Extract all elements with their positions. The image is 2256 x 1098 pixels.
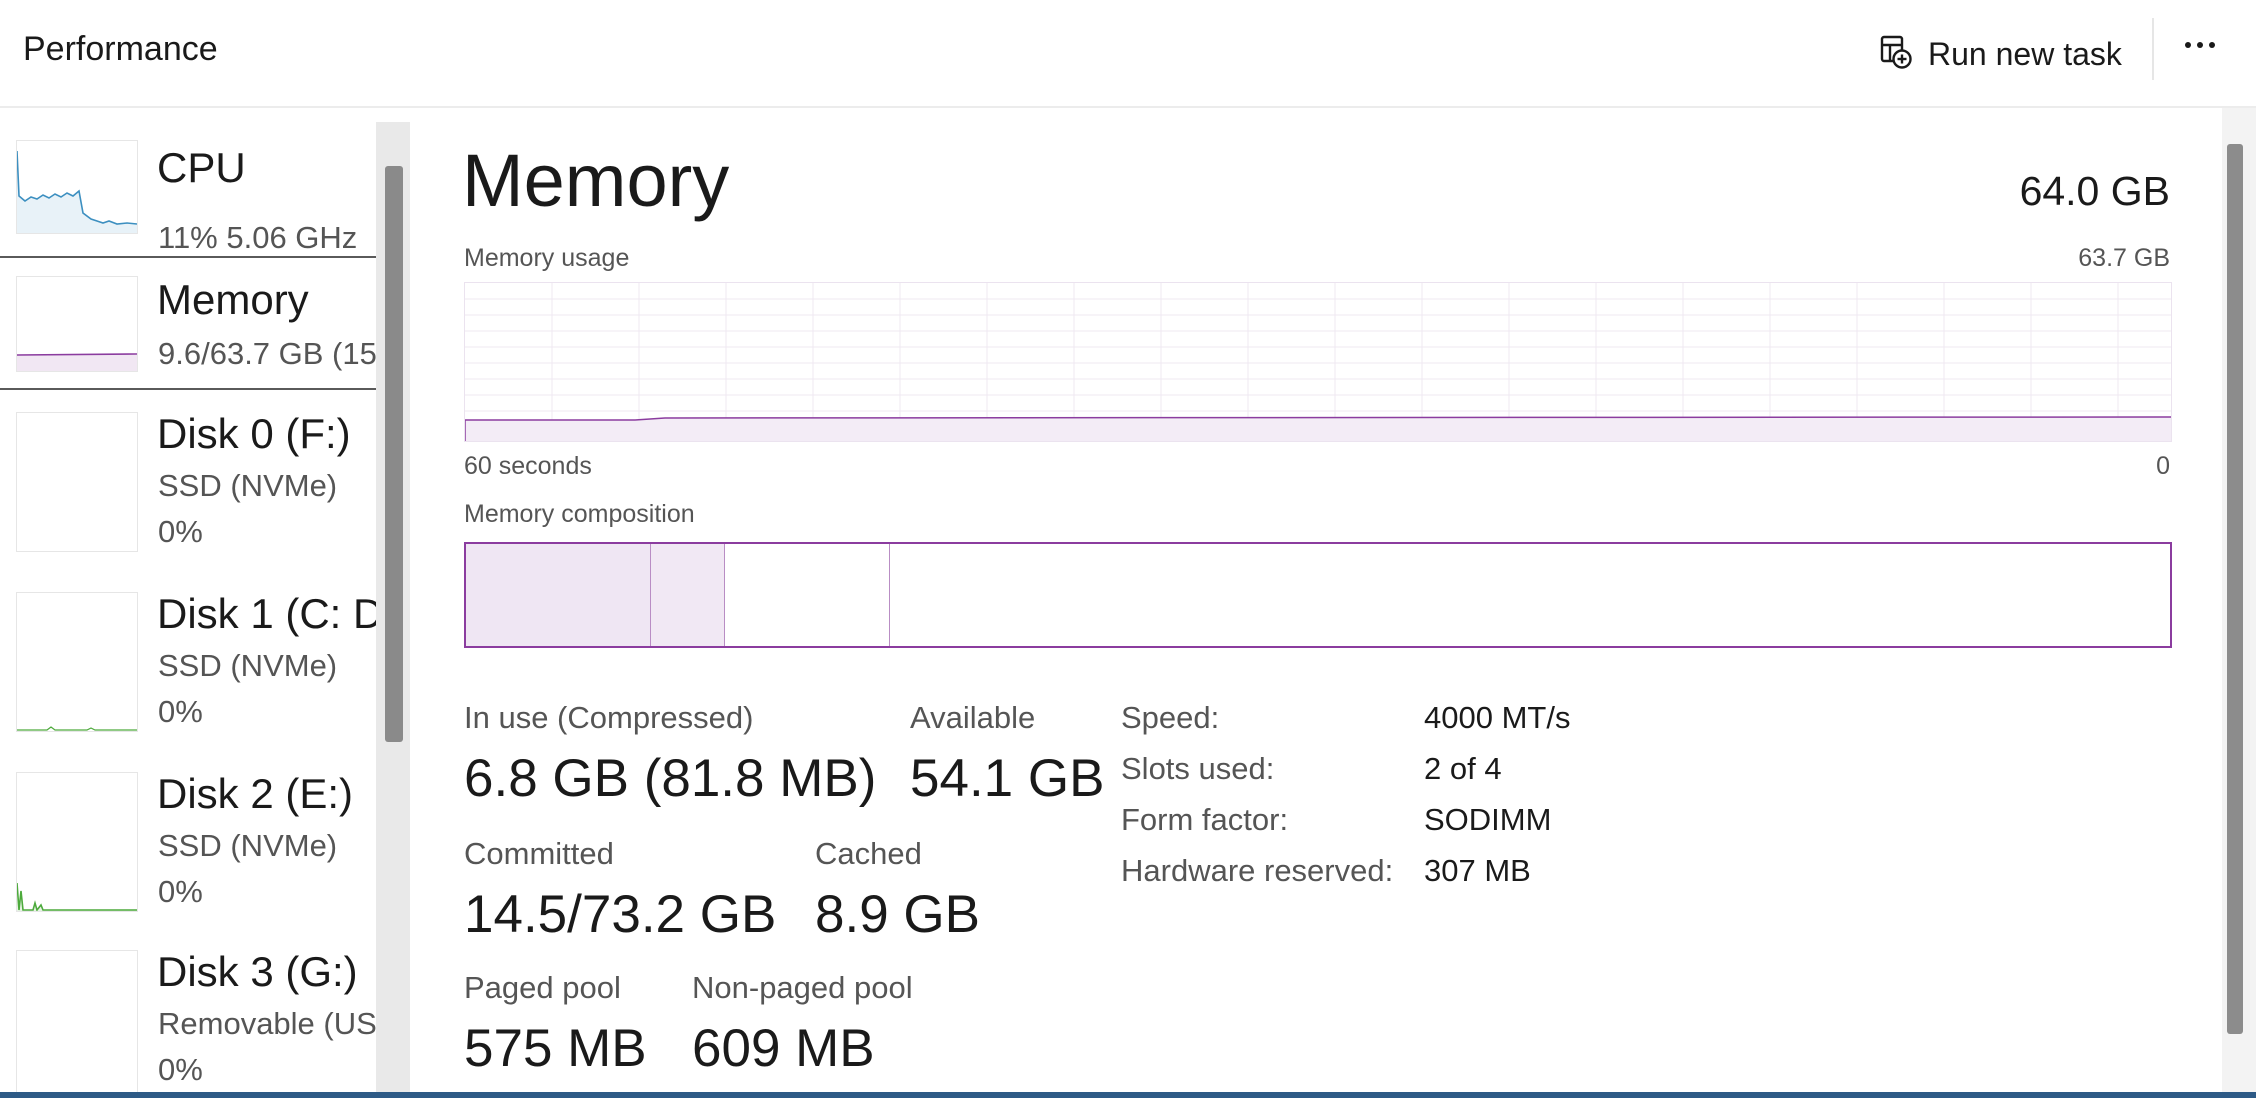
sidebar-item-label: Disk 1 (C: D:) [157,590,376,637]
disk3-thumbnail-graph [16,950,138,1098]
committed-label: Committed [464,836,614,871]
disk0-thumbnail-graph [16,412,138,552]
more-horizontal-icon [2209,42,2215,48]
sidebar-item-label: Disk 2 (E:) [157,770,354,817]
sidebar-item-label: Memory [157,276,309,323]
total-memory: 64.0 GB [2019,168,2170,214]
run-new-task-button[interactable]: Run new task [1880,24,2122,84]
memory-composition-bar [464,542,2172,648]
speed-value: 4000 MT/s [1424,700,1571,735]
sidebar-item-subtitle: SSD (NVMe) [158,828,338,863]
sidebar-item-memory[interactable]: Memory 9.6/63.7 GB (15%) [0,256,376,390]
sidebar-scrollbar-thumb[interactable] [385,166,403,742]
composition-free [890,544,2170,646]
resource-list: CPU 11% 5.06 GHz Memory 9.6/63.7 GB (15%… [0,108,376,1098]
page-title: Performance [23,30,218,68]
composition-modified [651,544,725,646]
graph-time-right: 0 [2156,452,2170,480]
composition-standby [725,544,890,646]
slots-label: Slots used: [1121,751,1275,786]
sidebar-scrollbar[interactable] [376,122,410,1098]
available-value: 54.1 GB [910,749,1105,808]
more-horizontal-icon [2185,42,2191,48]
form-factor-value: SODIMM [1424,802,1552,837]
disk1-thumbnail-graph [16,592,138,732]
cpu-thumbnail-graph [16,140,138,234]
title-bar: Performance Run new task [0,0,2256,108]
composition-in-use [466,544,651,646]
in-use-label: In use (Compressed) [464,700,754,735]
sidebar-item-label: Disk 3 (G:) [157,948,358,995]
sidebar-item-label: Disk 0 (F:) [157,410,351,457]
sidebar-item-subtitle: 11% 5.06 GHz [158,220,358,255]
memory-usage-max: 63.7 GB [2078,244,2170,272]
header-divider [2152,18,2154,80]
in-use-value: 6.8 GB (81.8 MB) [464,749,877,808]
speed-label: Speed: [1121,700,1220,735]
sidebar-item-usage: 0% [158,694,203,729]
resource-title: Memory [462,139,730,222]
memory-detail-panel: Memory 64.0 GB Memory usage 63.7 GB 60 s… [410,108,2222,1098]
available-label: Available [910,700,1036,735]
memory-usage-label: Memory usage [464,244,630,272]
form-factor-label: Form factor: [1121,802,1289,837]
main-scrollbar[interactable] [2222,108,2256,1098]
committed-value: 14.5/73.2 GB [464,885,777,944]
sidebar-item-usage: 0% [158,874,203,909]
sidebar-item-subtitle: SSD (NVMe) [158,468,338,503]
run-new-task-label: Run new task [1928,35,2122,72]
non-paged-pool-value: 609 MB [692,1019,875,1078]
sidebar-item-subtitle: Removable (USB) [158,1006,376,1041]
sidebar-item-subtitle: SSD (NVMe) [158,648,338,683]
sidebar-item-disk-0[interactable]: Disk 0 (F:) SSD (NVMe) 0% [0,400,376,570]
desktop-taskbar-edge [0,1092,2256,1098]
memory-thumbnail-graph [16,276,138,372]
more-options-button[interactable] [2176,30,2224,60]
paged-pool-label: Paged pool [464,970,621,1005]
sidebar-item-cpu[interactable]: CPU 11% 5.06 GHz [0,130,376,266]
sidebar-item-usage: 0% [158,1052,203,1087]
hardware-reserved-label: Hardware reserved: [1121,853,1394,888]
memory-usage-graph [464,282,2172,442]
run-task-icon [1880,35,1912,74]
main-scrollbar-thumb[interactable] [2227,144,2243,1034]
memory-composition-label: Memory composition [464,500,695,528]
disk2-thumbnail-graph [16,772,138,912]
sidebar-item-disk-2[interactable]: Disk 2 (E:) SSD (NVMe) 0% [0,760,376,930]
slots-value: 2 of 4 [1424,751,1502,786]
more-horizontal-icon [2197,42,2203,48]
sidebar-item-disk-1[interactable]: Disk 1 (C: D:) SSD (NVMe) 0% [0,580,376,750]
resource-sidebar: CPU 11% 5.06 GHz Memory 9.6/63.7 GB (15%… [0,108,410,1098]
paged-pool-value: 575 MB [464,1019,647,1078]
sidebar-item-usage: 0% [158,514,203,549]
sidebar-item-label: CPU [157,144,246,191]
cached-value: 8.9 GB [815,885,980,944]
graph-time-left: 60 seconds [464,452,592,480]
sidebar-item-disk-3[interactable]: Disk 3 (G:) Removable (USB) 0% [0,938,376,1098]
sidebar-item-subtitle: 9.6/63.7 GB (15%) [158,336,376,371]
non-paged-pool-label: Non-paged pool [692,970,913,1005]
cached-label: Cached [815,836,922,871]
hardware-reserved-value: 307 MB [1424,853,1531,888]
